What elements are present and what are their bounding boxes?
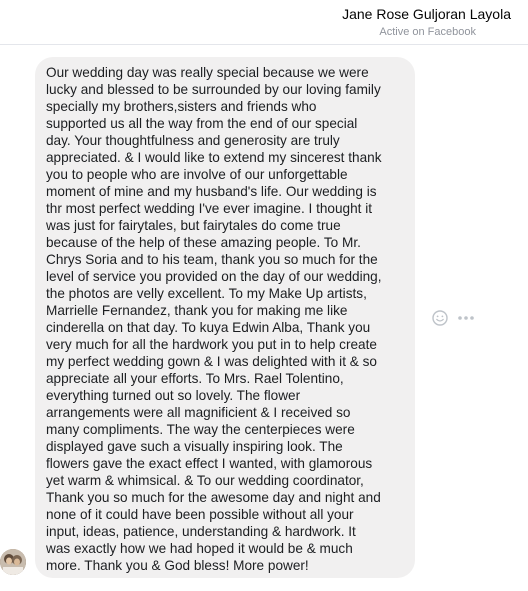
message-line: many compliments. The way the centerpiec… xyxy=(46,422,355,437)
message-line: was exactly how we had hoped it would be… xyxy=(46,541,353,556)
message-line: Chrys Soria and to his team, thank you s… xyxy=(46,252,378,267)
more-options-icon[interactable] xyxy=(456,308,476,328)
message-line: Thank you so much for the awesome day an… xyxy=(46,490,381,505)
message-line: Marrielle Fernandez, thank you for makin… xyxy=(46,303,348,318)
message-line: Our wedding day was really special becau… xyxy=(46,65,369,80)
message-line: everything turned out so lovely. The flo… xyxy=(46,388,301,403)
message-line: my perfect wedding gown & I was delighte… xyxy=(46,354,377,369)
message-line: the photos are velly excellent. To my Ma… xyxy=(46,286,367,301)
message-line: level of service you provided on the day… xyxy=(46,269,382,284)
message-line: yet warm & whimsical. & To our wedding c… xyxy=(46,473,364,488)
sender-avatar[interactable] xyxy=(0,549,26,575)
message-line: displayed gave such a visually inspiring… xyxy=(46,439,343,454)
message-line: arrangements were all magnificient & I r… xyxy=(46,405,351,420)
message-line: because of the help of these amazing peo… xyxy=(46,235,361,250)
conversation-header: Jane Rose Guljoran Layola Active on Face… xyxy=(0,0,528,45)
avatar-photo xyxy=(0,549,26,575)
message-line: more. Thank you & God bless! More power! xyxy=(46,558,309,573)
message-line: appreciated. & I would like to extend my… xyxy=(46,150,382,165)
smiley-face-icon[interactable] xyxy=(430,308,450,328)
message-line: input, ideas, patience, understanding & … xyxy=(46,524,356,539)
message-line: lucky and blessed to be surrounded by ou… xyxy=(46,82,381,97)
chat-window: Jane Rose Guljoran Layola Active on Face… xyxy=(0,0,528,591)
message-line: thr most perfect wedding I've ever imagi… xyxy=(46,201,372,216)
message-actions xyxy=(430,308,476,328)
message-line: you to people who are involve of our unf… xyxy=(46,167,348,182)
message-line: specially my brothers,sisters and friend… xyxy=(46,99,317,114)
active-status: Active on Facebook xyxy=(379,26,476,38)
message-line: none of it could have been possible with… xyxy=(46,507,354,522)
message-line: cinderella on that day. To kuya Edwin Al… xyxy=(46,320,371,335)
message-line: appreciate all your efforts. To Mrs. Rae… xyxy=(46,371,344,386)
message-line: supported us all the way from the end of… xyxy=(46,116,358,131)
message-line: flowers gave the exact effect I wanted, … xyxy=(46,456,373,471)
message-line: very much for all the hardwork you put i… xyxy=(46,337,377,352)
contact-name[interactable]: Jane Rose Guljoran Layola xyxy=(342,6,511,22)
message-line: moment of mine and my husband's life. Ou… xyxy=(46,184,377,199)
message-bubble[interactable]: Our wedding day was really special becau… xyxy=(35,57,415,578)
message-line: was just for fairytales, but fairytales … xyxy=(46,218,341,233)
message-line: day. Your thoughtfulness and generosity … xyxy=(46,133,340,148)
